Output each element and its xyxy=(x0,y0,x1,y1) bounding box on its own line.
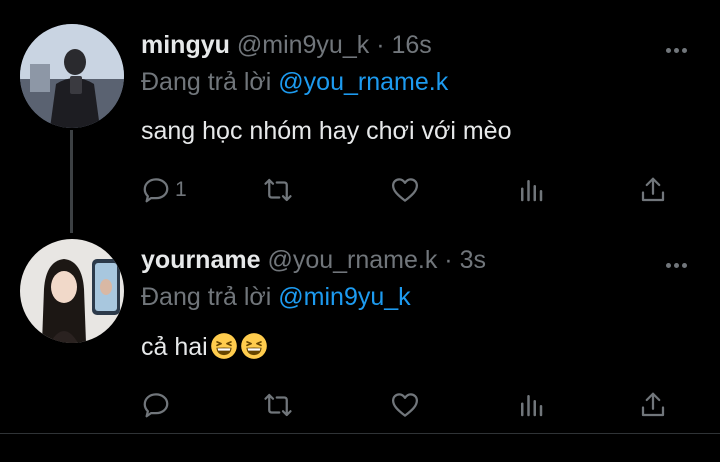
avatar-image xyxy=(20,239,124,343)
grinning-squinting-emoji-icon xyxy=(240,333,267,359)
like-button[interactable] xyxy=(390,387,420,423)
replying-prefix: Đang trả lời xyxy=(141,68,272,96)
share-icon xyxy=(641,177,665,202)
reply-button[interactable]: 1 xyxy=(141,172,187,208)
reply-bubble-icon xyxy=(143,393,169,418)
replying-to: Đang trả lời @you_rname.k xyxy=(141,68,448,97)
user-handle[interactable]: @you_rname.k xyxy=(267,246,437,274)
separator-dot: · xyxy=(376,31,385,59)
views-chart-icon xyxy=(521,180,543,202)
more-dots-icon[interactable] xyxy=(666,40,692,53)
retweet-icon xyxy=(264,178,292,202)
bottom-divider xyxy=(0,433,720,434)
tweet-text-line: cả hai xyxy=(141,332,268,362)
tweet-2[interactable]: yourname @you_rname.k · 3s Đang trả lời … xyxy=(0,215,720,433)
tweet-actions: 1 xyxy=(141,172,681,208)
tweet-actions xyxy=(141,387,681,423)
heart-icon xyxy=(392,178,418,202)
more-dots-icon[interactable] xyxy=(666,255,692,268)
display-name[interactable]: mingyu xyxy=(141,31,230,59)
avatar[interactable] xyxy=(20,24,124,128)
views-chart-icon xyxy=(521,395,543,417)
share-button[interactable] xyxy=(638,172,668,208)
tweet-1[interactable]: mingyu @min9yu_k · 16s Đang trả lời @you… xyxy=(0,0,720,233)
views-button[interactable] xyxy=(516,172,546,208)
retweet-button[interactable] xyxy=(263,387,293,423)
reply-button[interactable] xyxy=(141,387,175,423)
tweet-text: cả hai xyxy=(141,333,208,361)
retweet-button[interactable] xyxy=(263,172,293,208)
avatar[interactable] xyxy=(20,239,124,343)
avatar-image xyxy=(20,24,124,128)
views-button[interactable] xyxy=(516,387,546,423)
user-handle[interactable]: @min9yu_k xyxy=(237,31,369,59)
replying-to-mention[interactable]: @min9yu_k xyxy=(278,283,410,311)
retweet-icon xyxy=(264,393,292,417)
reply-bubble-icon xyxy=(143,178,169,203)
heart-icon xyxy=(392,393,418,417)
tweet-header: yourname @you_rname.k · 3s xyxy=(141,246,486,275)
grinning-squinting-emoji-icon xyxy=(210,333,237,359)
share-icon xyxy=(641,392,665,417)
replying-to: Đang trả lời @min9yu_k xyxy=(141,283,411,312)
like-button[interactable] xyxy=(390,172,420,208)
timestamp[interactable]: 3s xyxy=(460,246,486,274)
replying-to-mention[interactable]: @you_rname.k xyxy=(278,68,448,96)
replying-prefix: Đang trả lời xyxy=(141,283,272,311)
timestamp[interactable]: 16s xyxy=(391,31,431,59)
reply-count: 1 xyxy=(175,178,187,201)
display-name[interactable]: yourname xyxy=(141,246,260,274)
tweet-text: sang học nhóm hay chơi với mèo xyxy=(141,117,512,145)
tweet-header: mingyu @min9yu_k · 16s xyxy=(141,31,432,60)
separator-dot: · xyxy=(444,246,453,274)
share-button[interactable] xyxy=(638,387,668,423)
